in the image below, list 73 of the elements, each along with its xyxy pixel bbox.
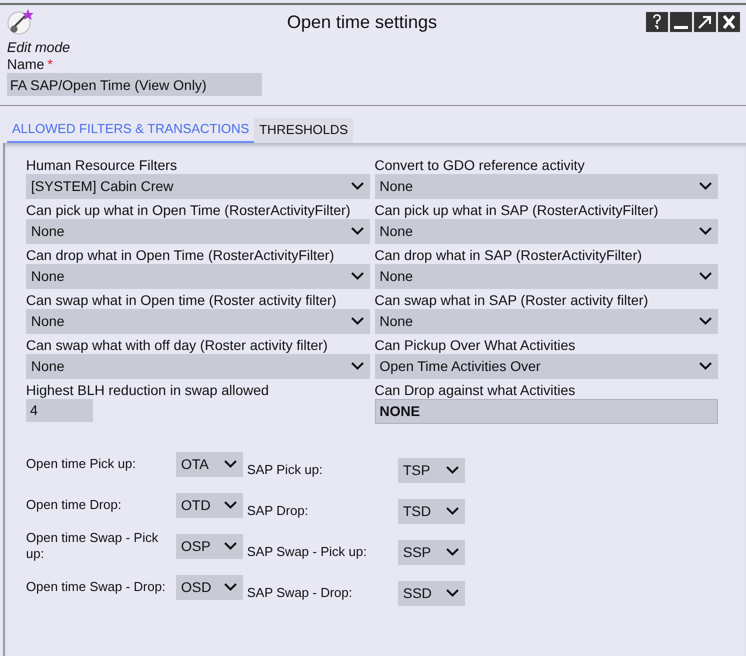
field-label: Open time Swap - Pick up:	[26, 530, 160, 562]
dropdown[interactable]: SSD	[398, 580, 465, 606]
chevron-down-icon	[446, 589, 459, 597]
dropdown[interactable]: OSP	[176, 534, 243, 558]
minimize-button[interactable]	[670, 12, 692, 32]
dropdown[interactable]: Open Time Activities Over	[374, 354, 718, 378]
chevron-down-icon	[350, 272, 364, 280]
maximize-button[interactable]	[694, 12, 716, 32]
chevron-down-icon	[350, 182, 364, 190]
chevron-down-icon	[350, 317, 364, 325]
chevron-down-icon	[699, 362, 712, 370]
field-label: Can Drop against what Activities	[374, 382, 576, 398]
field-label: Open time Drop:	[26, 497, 122, 513]
field-label: Can drop what in Open Time (RosterActivityFilter)	[26, 246, 336, 264]
window-title: Open time settings	[286, 10, 438, 34]
tab[interactable]: THRESHOLDS	[254, 118, 354, 142]
dropdown[interactable]: None	[26, 218, 370, 244]
field-label: Can swap what with off day (Roster activity filter)	[26, 336, 329, 354]
dropdown[interactable]: SSP	[398, 540, 465, 564]
chevron-down-icon	[699, 182, 712, 190]
name-label: Name	[7, 56, 44, 73]
field-label: Highest BLH reduction in swap allowed	[26, 382, 270, 398]
dropdown[interactable]: OTA	[176, 452, 243, 476]
minimize-icon	[674, 26, 688, 29]
mode-label: Edit mode	[7, 39, 72, 56]
close-button[interactable]	[718, 12, 740, 32]
dropdown[interactable]: None	[374, 264, 718, 288]
required-mark: *	[47, 56, 53, 73]
field-label: Open time Pick up:	[26, 456, 137, 472]
chevron-down-icon	[699, 317, 712, 325]
dropdown[interactable]: None	[26, 308, 370, 334]
dropdown[interactable]: TSP	[398, 458, 465, 482]
readonly-field: NONE	[374, 398, 718, 424]
field-label: Can drop what in SAP (RosterActivityFilter)	[374, 246, 643, 264]
chevron-down-icon	[446, 548, 459, 556]
field-label: SAP Swap - Pick up:	[247, 544, 368, 560]
dropdown[interactable]: None	[374, 308, 718, 334]
dropdown[interactable]: OTD	[176, 492, 243, 518]
field-label: Can swap what in Open time (Roster activity filter)	[26, 292, 338, 308]
dropdown[interactable]: OSD	[176, 574, 243, 600]
chevron-down-icon	[350, 362, 364, 370]
field-label: SAP Swap - Drop:	[247, 585, 354, 601]
dropdown[interactable]: None	[26, 264, 370, 288]
close-icon	[722, 15, 736, 29]
chevron-down-icon	[224, 542, 237, 550]
dropdown[interactable]: None	[374, 218, 718, 244]
field-label: Can Pickup Over What Activities	[374, 336, 576, 354]
dropdown[interactable]: [SYSTEM] Cabin Crew	[26, 174, 370, 198]
field-label: Can swap what in SAP (Roster activity filter)	[374, 292, 650, 308]
chevron-down-icon	[224, 583, 237, 591]
field-label: Convert to GDO reference activity	[374, 156, 586, 174]
field-label: Can pick up what in Open Time (RosterActivityFilter)	[26, 202, 352, 218]
chevron-down-icon	[350, 227, 364, 235]
field-label: Human Resource Filters	[26, 156, 178, 174]
chevron-down-icon	[446, 507, 459, 515]
dropdown[interactable]: TSD	[398, 498, 465, 524]
help-button[interactable]	[646, 12, 668, 32]
chevron-down-icon	[446, 466, 459, 474]
name-input[interactable]: FA SAP/Open Time (View Only)	[7, 73, 262, 96]
dropdown[interactable]: None	[374, 174, 718, 198]
field-label: Open time Swap - Drop:	[26, 579, 166, 595]
arrow-icon	[698, 15, 712, 29]
field-label: Can pick up what in SAP (RosterActivityFilter)	[374, 202, 660, 218]
chevron-down-icon	[699, 227, 712, 235]
field-label: SAP Drop:	[247, 503, 310, 519]
field-label: SAP Pick up:	[247, 462, 324, 478]
number-input[interactable]: 4	[26, 398, 93, 422]
chevron-down-icon	[224, 460, 237, 468]
chevron-down-icon	[699, 272, 712, 280]
help-icon	[652, 14, 662, 30]
app-logo-icon	[6, 8, 34, 36]
chevron-down-icon	[224, 501, 237, 509]
dropdown[interactable]: None	[26, 354, 370, 378]
